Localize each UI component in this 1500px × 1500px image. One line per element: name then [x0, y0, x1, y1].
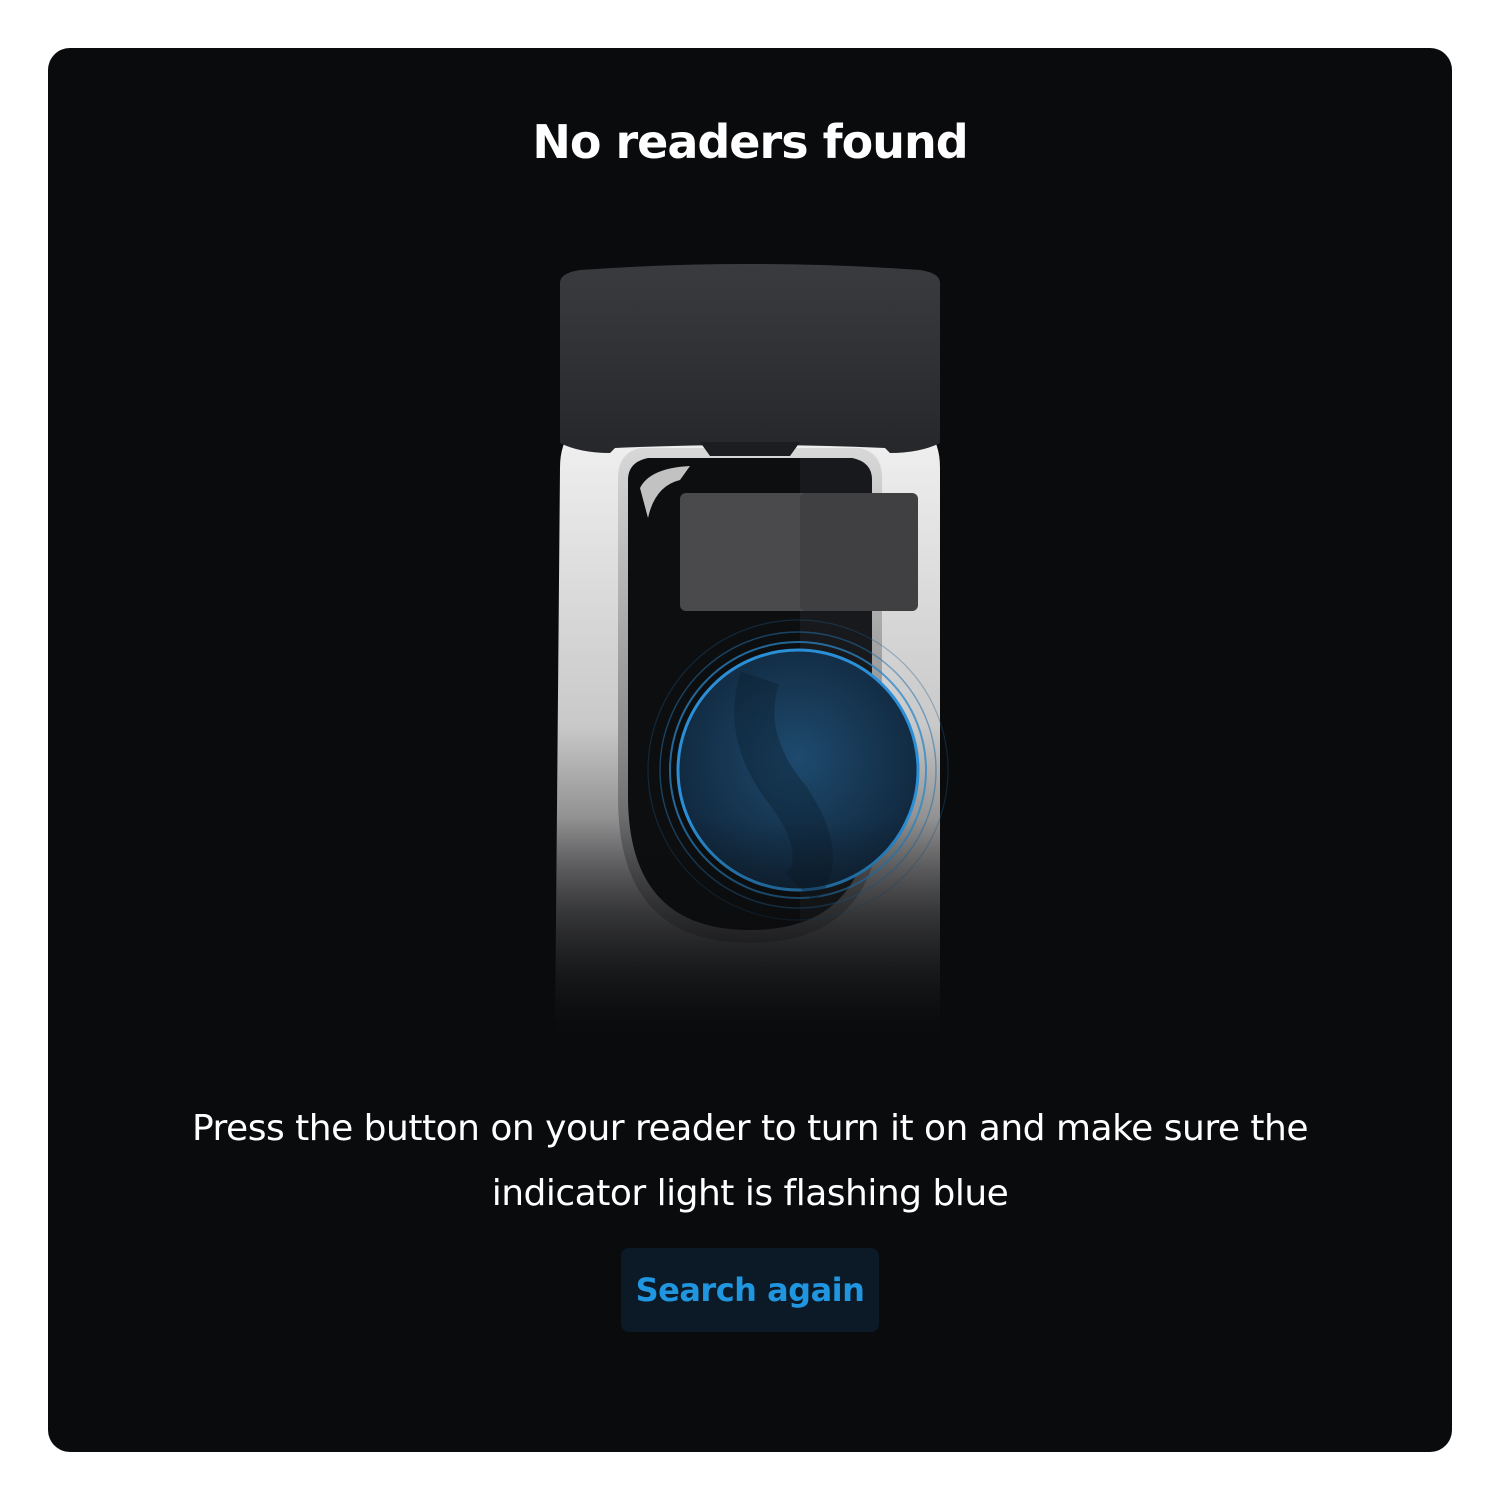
card-reader-illustration — [500, 218, 1000, 1038]
no-readers-dialog: No readers found Press the button on you… — [48, 48, 1452, 1452]
instruction-message: Press the button on your reader to turn … — [191, 1108, 1309, 1214]
search-again-button[interactable]: Search again — [621, 1248, 879, 1332]
dialog-title: No readers found — [532, 115, 968, 169]
